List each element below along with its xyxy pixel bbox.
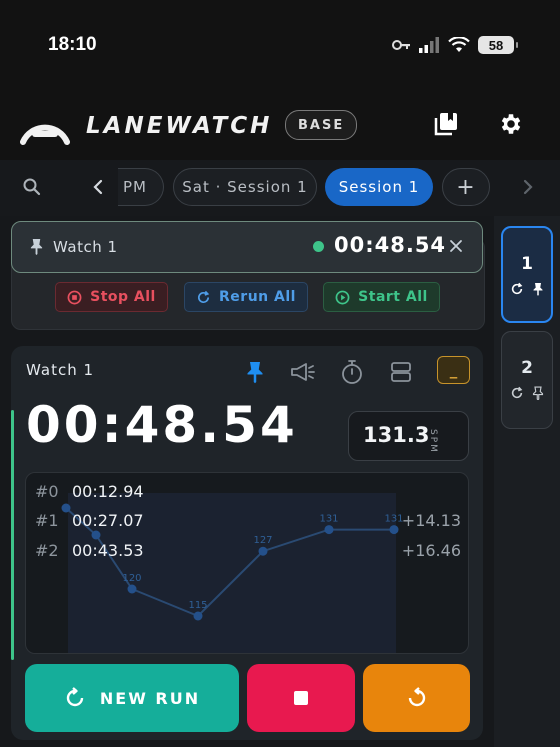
- plan-badge: BASE: [285, 110, 358, 140]
- tab-partial-label: PM: [123, 178, 147, 196]
- play-circle-icon: [335, 290, 350, 304]
- running-status-dot: [313, 241, 324, 252]
- stop-button[interactable]: [247, 664, 355, 732]
- restart-icon: [66, 687, 84, 707]
- chart-point-label: 115: [188, 600, 207, 611]
- tab-partial[interactable]: PM: [118, 168, 164, 206]
- unpin-close-button[interactable]: [448, 238, 466, 256]
- tab-scroll-right-button[interactable]: [518, 177, 540, 199]
- pin-toggle-button[interactable]: [241, 358, 269, 386]
- start-all-button[interactable]: Start All: [323, 282, 440, 312]
- split-view-icon: [391, 362, 411, 382]
- lap-time: 00:27.07: [72, 511, 144, 530]
- lap-time: 00:12.94: [72, 482, 144, 501]
- undo-icon: [408, 687, 425, 707]
- tab-scroll-left-button[interactable]: [88, 177, 110, 199]
- lap-delta: +14.13: [401, 511, 461, 530]
- battery-indicator: 58: [478, 36, 518, 54]
- chart-point: [127, 584, 137, 594]
- plus-icon: +: [456, 174, 476, 200]
- pin-icon: [30, 239, 43, 255]
- pinned-watch-time: 00:48.54: [334, 233, 447, 257]
- start-all-label: Start All: [358, 289, 428, 305]
- tab-label: Session 1: [338, 178, 420, 196]
- settings-button[interactable]: [497, 110, 525, 138]
- refresh-icon: [198, 290, 210, 303]
- status-time: 18:10: [48, 34, 97, 55]
- pin-outline-icon: [532, 386, 544, 400]
- announce-button[interactable]: [289, 358, 317, 386]
- timer-button[interactable]: [338, 358, 366, 386]
- lap-time: 00:43.53: [72, 541, 144, 560]
- megaphone-icon: [291, 363, 315, 381]
- lap-index: #1: [35, 511, 59, 530]
- rail-watch-2[interactable]: 2: [501, 331, 553, 429]
- lap-index: #0: [35, 482, 59, 501]
- tab-session-1[interactable]: Session 1: [325, 168, 433, 206]
- watch-name: Watch 1: [26, 361, 95, 379]
- watch-elapsed-time: 00:48.54: [26, 396, 298, 454]
- gear-icon: [501, 114, 521, 134]
- stop-icon: [294, 691, 308, 705]
- layout-toggle-button[interactable]: [387, 358, 415, 386]
- chevron-left-icon: [93, 179, 103, 195]
- new-run-label: NEW RUN: [99, 688, 201, 708]
- new-run-button[interactable]: NEW RUN: [25, 664, 239, 732]
- brand-title: LANEWATCH: [86, 113, 273, 139]
- key-icon: [392, 40, 410, 50]
- chart-point: [193, 611, 203, 621]
- chart-point-label: 120: [122, 573, 141, 584]
- pinned-watch-name: Watch 1: [53, 238, 118, 256]
- tab-sat-session-1[interactable]: Sat · Session 1: [173, 168, 317, 206]
- lap-row: #1 00:27.07 +14.13: [26, 511, 468, 533]
- library-icon: [434, 113, 457, 136]
- watch-active-indicator: [11, 410, 14, 660]
- minimize-icon: _: [449, 361, 458, 379]
- chevron-right-icon: [523, 179, 533, 195]
- status-icons: 58: [392, 36, 518, 54]
- rerun-all-label: Rerun All: [219, 289, 296, 305]
- minimize-button[interactable]: _: [437, 356, 470, 384]
- close-icon: [450, 240, 462, 252]
- stop-all-label: Stop All: [90, 289, 156, 305]
- lap-row: #2 00:43.53 +16.46: [26, 541, 468, 563]
- library-button[interactable]: [432, 110, 460, 138]
- rail-watch-1[interactable]: 1: [501, 226, 553, 323]
- rerun-button[interactable]: [363, 664, 470, 732]
- laps-panel: 120 115 127 131 131 #0 00:12.94 #1 00:27.07 …: [25, 472, 469, 654]
- lap-index: #2: [35, 541, 59, 560]
- stopwatch-icon: [342, 360, 362, 384]
- search-icon: [23, 178, 41, 196]
- lap-row: #0 00:12.94: [26, 482, 468, 504]
- lanewatch-logo-icon: [20, 124, 70, 145]
- lap-delta: +16.46: [401, 541, 461, 560]
- rerun-all-button[interactable]: Rerun All: [184, 282, 308, 312]
- signal-icon: [419, 37, 439, 53]
- spm-value: 131.3: [363, 423, 430, 447]
- pin-icon: [247, 362, 263, 384]
- add-tab-button[interactable]: +: [442, 168, 490, 206]
- stop-all-button[interactable]: Stop All: [55, 282, 168, 312]
- refresh-icon: [511, 386, 523, 399]
- tab-label: Sat · Session 1: [182, 178, 308, 196]
- pin-icon: [533, 283, 543, 296]
- stop-circle-icon: [67, 290, 82, 304]
- wifi-icon: [448, 37, 470, 52]
- search-button[interactable]: [22, 177, 44, 199]
- refresh-icon: [511, 282, 523, 295]
- rail-watch-number: 1: [521, 254, 533, 274]
- spm-unit: SPM: [428, 429, 438, 454]
- rail-watch-number: 2: [521, 358, 533, 378]
